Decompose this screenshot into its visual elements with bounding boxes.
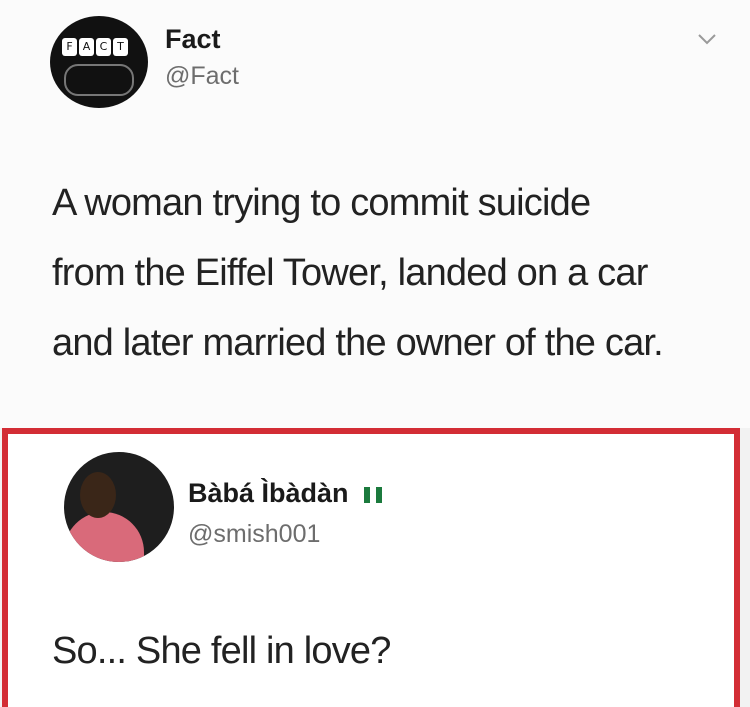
logo-letter: A [79,38,94,56]
tweet-author-handle[interactable]: @Fact [165,62,239,91]
logo-letter: T [113,38,128,56]
logo-letter: F [62,38,77,56]
reply-avatar[interactable] [64,452,174,562]
tweet-text-line: A woman trying to commit suicide [52,182,591,224]
nigeria-flag-icon [364,486,383,503]
fact-logo-letters: F A C T [62,38,128,56]
chevron-down-icon[interactable] [696,28,718,50]
tweet-text: A woman trying to commit suicide from th… [52,168,742,378]
avatar-shirt [64,512,144,562]
reply-author-name[interactable]: Bàbá Ìbàdàn [188,478,383,509]
logo-letter: C [96,38,111,56]
tweet-text-line: from the Eiffel Tower, landed on a car [52,252,648,294]
tweet-author-name[interactable]: Fact [165,24,221,55]
reply-author-handle[interactable]: @smish001 [188,520,320,549]
fact-avatar[interactable]: F A C T [50,16,148,108]
avatar-face [80,472,116,518]
fist-icon [64,64,134,96]
reply-text: So... She fell in love? [52,630,391,672]
reply-author-name-text: Bàbá Ìbàdàn [188,478,349,508]
tweet-text-line: and later married the owner of the car. [52,322,664,364]
